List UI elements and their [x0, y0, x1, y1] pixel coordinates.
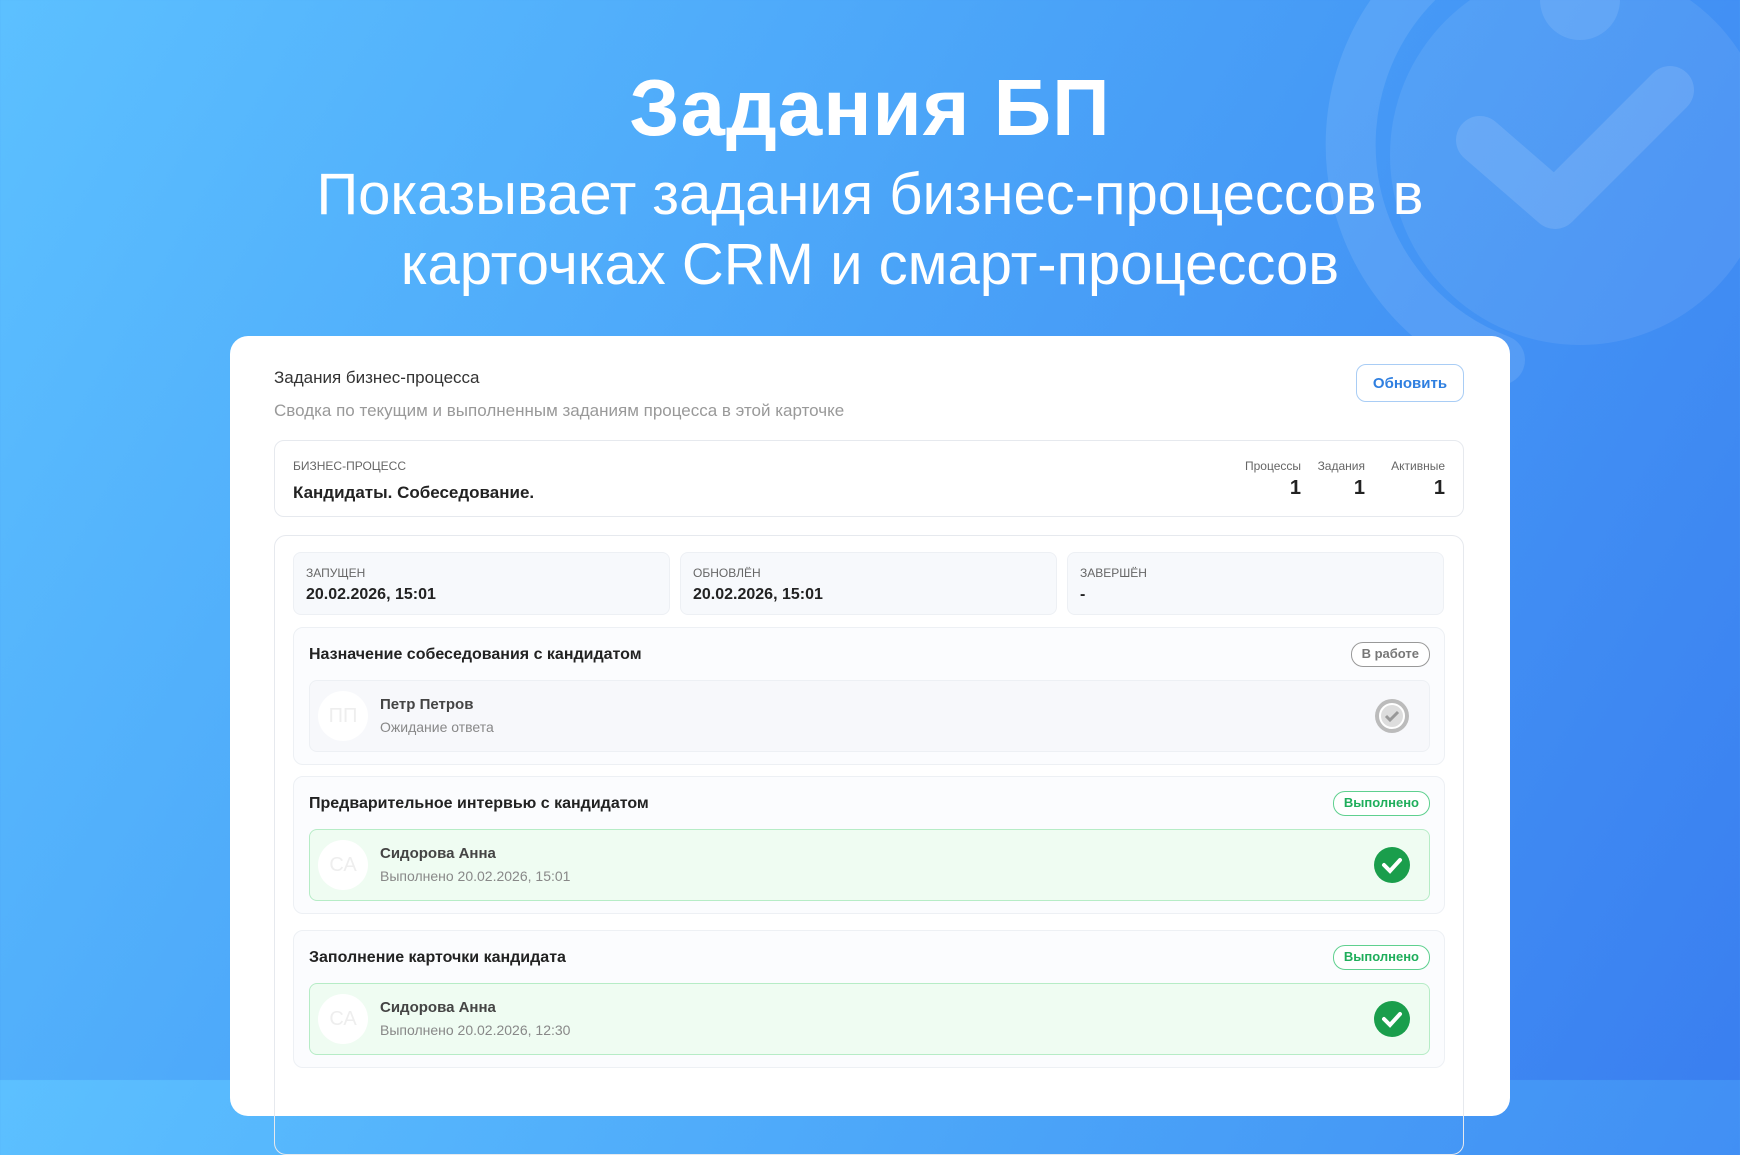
stat-label: Задания [1317, 459, 1365, 473]
hero-subtitle: Показывает задания бизнес-процессов в ка… [0, 160, 1740, 300]
assignee-status: Выполнено 20.02.2026, 12:30 [380, 1022, 571, 1038]
status-badge: Выполнено [1332, 945, 1430, 970]
task-card: Заполнение карточки кандидата Выполнено … [293, 930, 1445, 1068]
date-value: 20.02.2026, 15:01 [693, 586, 823, 603]
assignee-status: Ожидание ответа [380, 719, 494, 735]
panel-subtitle: Сводка по текущим и выполненным заданиям… [274, 401, 845, 420]
date-started: ЗАПУЩЕН 20.02.2026, 15:01 [293, 552, 670, 615]
stat-value: 1 [1433, 477, 1445, 499]
hero-title: Задания БП [629, 63, 1111, 152]
check-circle-icon [1374, 847, 1410, 883]
hero-subtitle-line: карточках CRM и смарт-процессов [400, 232, 1340, 297]
status-badge: Выполнено [1332, 791, 1430, 816]
process-label: БИЗНЕС-ПРОЦЕСС [293, 459, 406, 473]
process-summary: БИЗНЕС-ПРОЦЕСС Кандидаты. Собеседование.… [274, 440, 1464, 517]
refresh-button[interactable]: Обновить [1356, 364, 1464, 402]
date-label: ЗАВЕРШЁН [1080, 566, 1147, 580]
hero-subtitle-line: Показывает задания бизнес-процессов в [316, 162, 1424, 227]
task-assignee-row: ПП Петр Петров Ожидание ответа [309, 680, 1430, 752]
stat-value: 1 [1353, 477, 1365, 499]
date-finished: ЗАВЕРШЁН - [1067, 552, 1444, 615]
stat-tasks: Задания 1 [1318, 459, 1365, 500]
task-card: Предварительное интервью с кандидатом Вы… [293, 776, 1445, 914]
panel-title: Задания бизнес-процесса [274, 368, 480, 387]
process-name: Кандидаты. Собеседование. [293, 483, 535, 502]
bp-tasks-panel: Задания бизнес-процесса Сводка по текущи… [230, 336, 1510, 1155]
check-circle-icon [1374, 1001, 1410, 1037]
date-label: ЗАПУЩЕН [306, 566, 366, 580]
date-updated: ОБНОВЛЁН 20.02.2026, 15:01 [680, 552, 1057, 615]
task-title: Назначение собеседования с кандидатом [309, 646, 642, 663]
stat-value: 1 [1289, 477, 1301, 499]
task-title: Предварительное интервью с кандидатом [309, 795, 649, 812]
task-assignee-row: СА Сидорова Анна Выполнено 20.02.2026, 1… [309, 983, 1430, 1055]
avatar: СА [318, 994, 368, 1044]
assignee-name: Петр Петров [380, 696, 474, 713]
task-card: Назначение собеседования с кандидатом В … [293, 627, 1445, 765]
task-title: Заполнение карточки кандидата [309, 949, 566, 966]
assignee-status: Выполнено 20.02.2026, 15:01 [380, 868, 571, 884]
clock-check-icon [1375, 699, 1409, 733]
stat-label: Процессы [1244, 459, 1301, 473]
stat-label: Активные [1391, 459, 1445, 473]
date-label: ОБНОВЛЁН [693, 566, 761, 580]
assignee-name: Сидорова Анна [380, 845, 496, 862]
assignee-name: Сидорова Анна [380, 999, 496, 1016]
stat-active: Активные 1 [1391, 459, 1445, 500]
process-details: ЗАПУЩЕН 20.02.2026, 15:01 ОБНОВЛЁН 20.02.2… [274, 535, 1464, 1155]
avatar: ПП [318, 691, 368, 741]
status-badge: В работе [1350, 642, 1430, 667]
avatar: СА [318, 840, 368, 890]
date-value: 20.02.2026, 15:01 [306, 586, 436, 603]
stat-processes: Процессы 1 [1245, 459, 1301, 500]
task-assignee-row: СА Сидорова Анна Выполнено 20.02.2026, 1… [309, 829, 1430, 901]
date-value: - [1080, 586, 1086, 603]
